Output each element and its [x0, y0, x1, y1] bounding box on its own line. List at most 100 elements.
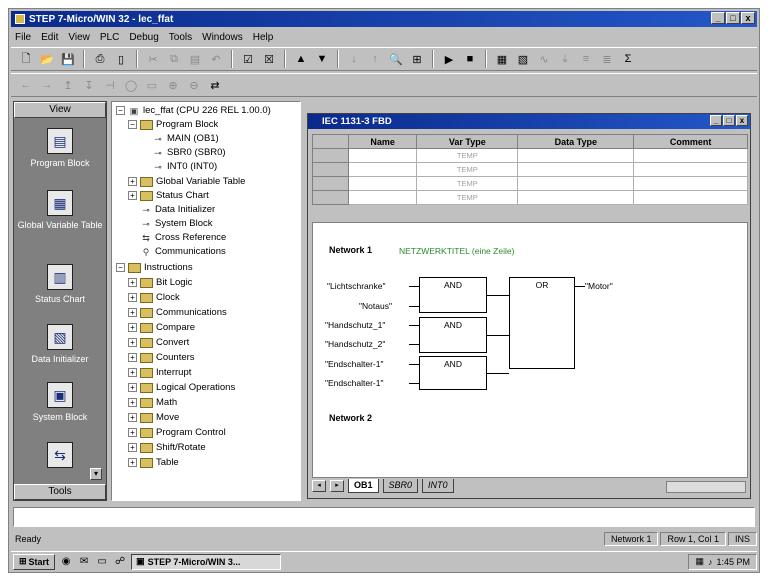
- trend-icon[interactable]: ∿: [535, 50, 553, 68]
- view-header[interactable]: View: [14, 102, 106, 118]
- tree-logical-operations[interactable]: + Logical Operations: [128, 382, 235, 393]
- tab-ob1[interactable]: OB1: [348, 479, 379, 493]
- view-scroll-down[interactable]: ▾: [90, 468, 102, 480]
- editor-title-bar[interactable]: IEC 1131-3 FBD _ □ x: [308, 114, 750, 129]
- tree-main-ob1[interactable]: ⊸ MAIN (OB1): [152, 133, 219, 144]
- editor-maximize-button[interactable]: □: [723, 115, 735, 126]
- column-comment[interactable]: Comment: [633, 134, 748, 149]
- start-button[interactable]: ⊞ Start: [13, 553, 56, 570]
- menu-debug[interactable]: Debug: [129, 32, 158, 43]
- tree-convert[interactable]: + Convert: [128, 337, 189, 348]
- tree-move[interactable]: + Move: [128, 412, 179, 423]
- tray-network-icon[interactable]: ▦: [695, 556, 704, 567]
- tray-volume-icon[interactable]: ♪: [708, 557, 713, 567]
- program-status-icon[interactable]: ▦: [493, 50, 511, 68]
- network-2-label[interactable]: Network 2: [329, 413, 372, 423]
- chart-status-icon[interactable]: ▧: [514, 50, 532, 68]
- tree-clock[interactable]: + Clock: [128, 292, 180, 303]
- tree-program-control[interactable]: + Program Control: [128, 427, 226, 438]
- close-button[interactable]: x: [741, 12, 755, 24]
- browser-icon[interactable]: ◉: [59, 556, 73, 567]
- taskbar-step7-button[interactable]: ▣ STEP 7-Micro/WIN 3...: [131, 553, 282, 570]
- open-icon[interactable]: 📂: [38, 50, 56, 68]
- tree-system-block[interactable]: ⊸ System Block: [140, 218, 212, 229]
- tree-program-block[interactable]: − Program Block: [128, 119, 218, 130]
- editor-horizontal-scrollbar[interactable]: [666, 481, 746, 493]
- input-notaus[interactable]: "Notaus": [359, 301, 392, 311]
- box-icon[interactable]: ▭: [143, 76, 161, 94]
- line-up-icon[interactable]: ↥: [59, 76, 77, 94]
- tree-interrupt[interactable]: + Interrupt: [128, 367, 191, 378]
- input-handschutz-2[interactable]: "Handschutz_2": [325, 339, 385, 349]
- nav-system-block[interactable]: ▣ System Block: [14, 382, 106, 422]
- arrow-right-icon[interactable]: →: [38, 76, 56, 94]
- table-row[interactable]: TEMP: [312, 148, 748, 163]
- menu-plc[interactable]: PLC: [100, 32, 119, 43]
- new-icon[interactable]: 🗋: [17, 50, 35, 68]
- tree-math[interactable]: + Math: [128, 397, 177, 408]
- column-var-type[interactable]: Var Type: [416, 134, 519, 149]
- compile-icon[interactable]: ☑: [239, 50, 257, 68]
- save-icon[interactable]: 💾: [59, 50, 77, 68]
- or-gate[interactable]: OR: [509, 277, 575, 369]
- menu-file[interactable]: File: [15, 32, 31, 43]
- tree-int0[interactable]: ⊸ INT0 (INT0): [152, 161, 217, 172]
- and-gate-1[interactable]: AND: [419, 277, 487, 313]
- toggle-icon[interactable]: ⇄: [206, 76, 224, 94]
- contact-icon[interactable]: ⊣: [101, 76, 119, 94]
- print-preview-icon[interactable]: ▯: [112, 50, 130, 68]
- output-window[interactable]: [13, 507, 755, 527]
- menu-tools[interactable]: Tools: [169, 32, 192, 43]
- nav-program-block[interactable]: ▤ Program Block: [14, 128, 106, 168]
- tab-prev-button[interactable]: ◂: [312, 480, 326, 492]
- tree-table[interactable]: + Table: [128, 457, 179, 468]
- title-bar[interactable]: STEP 7-Micro/WIN 32 - lec_ffat _ □ x: [11, 11, 757, 27]
- tree-shift-rotate[interactable]: + Shift/Rotate: [128, 442, 206, 453]
- tree-counters[interactable]: + Counters: [128, 352, 195, 363]
- compile-all-icon[interactable]: ☒: [260, 50, 278, 68]
- sort-asc-icon[interactable]: ↓: [345, 50, 363, 68]
- tree-project-root[interactable]: − ▣ lec_ffat (CPU 226 REL 1.00.0): [116, 105, 271, 116]
- arrow-left-icon[interactable]: ←: [17, 76, 35, 94]
- write-icon[interactable]: ≣: [598, 50, 616, 68]
- print-icon[interactable]: ⎙: [91, 50, 109, 68]
- options-icon[interactable]: ⊞: [408, 50, 426, 68]
- output-motor[interactable]: "Motor": [585, 281, 613, 291]
- input-endschalter-2[interactable]: "Endschalter-1": [325, 378, 383, 388]
- maximize-button[interactable]: □: [726, 12, 740, 24]
- menu-windows[interactable]: Windows: [202, 32, 243, 43]
- ladder-icon[interactable]: Σ: [619, 50, 637, 68]
- menu-help[interactable]: Help: [253, 32, 274, 43]
- tree-instructions[interactable]: − Instructions: [116, 262, 193, 273]
- outlook-icon[interactable]: ✉: [77, 556, 91, 567]
- tree-status-chart[interactable]: + Status Chart: [128, 190, 209, 201]
- stop-icon[interactable]: ■: [461, 50, 479, 68]
- insert-network-icon[interactable]: ⊕: [164, 76, 182, 94]
- copy-icon[interactable]: ⧉: [165, 50, 183, 68]
- paste-icon[interactable]: ▤: [186, 50, 204, 68]
- menu-edit[interactable]: Edit: [41, 32, 58, 43]
- channels-icon[interactable]: ☍: [113, 556, 127, 567]
- cut-icon[interactable]: ✂: [144, 50, 162, 68]
- force-icon[interactable]: ⤓: [556, 50, 574, 68]
- tools-button[interactable]: Tools: [14, 484, 106, 500]
- tree-bit-logic[interactable]: + Bit Logic: [128, 277, 192, 288]
- editor-minimize-button[interactable]: _: [710, 115, 722, 126]
- input-handschutz-1[interactable]: "Handschutz_1": [325, 320, 385, 330]
- tab-next-button[interactable]: ▸: [330, 480, 344, 492]
- sort-desc-icon[interactable]: ↑: [366, 50, 384, 68]
- table-row[interactable]: TEMP: [312, 190, 748, 205]
- line-down-icon[interactable]: ↧: [80, 76, 98, 94]
- desktop-icon[interactable]: ▭: [95, 556, 109, 567]
- and-gate-2[interactable]: AND: [419, 317, 487, 353]
- minimize-button[interactable]: _: [711, 12, 725, 24]
- nav-global-variable-table[interactable]: ▦ Global Variable Table: [14, 190, 106, 230]
- editor-close-button[interactable]: x: [736, 115, 748, 126]
- delete-network-icon[interactable]: ⊖: [185, 76, 203, 94]
- menu-view[interactable]: View: [68, 32, 90, 43]
- run-icon[interactable]: ▶: [440, 50, 458, 68]
- table-row[interactable]: TEMP: [312, 176, 748, 191]
- tree-communications-instr[interactable]: + Communications: [128, 307, 227, 318]
- upload-icon[interactable]: ▲: [292, 50, 310, 68]
- column-name[interactable]: Name: [347, 134, 418, 149]
